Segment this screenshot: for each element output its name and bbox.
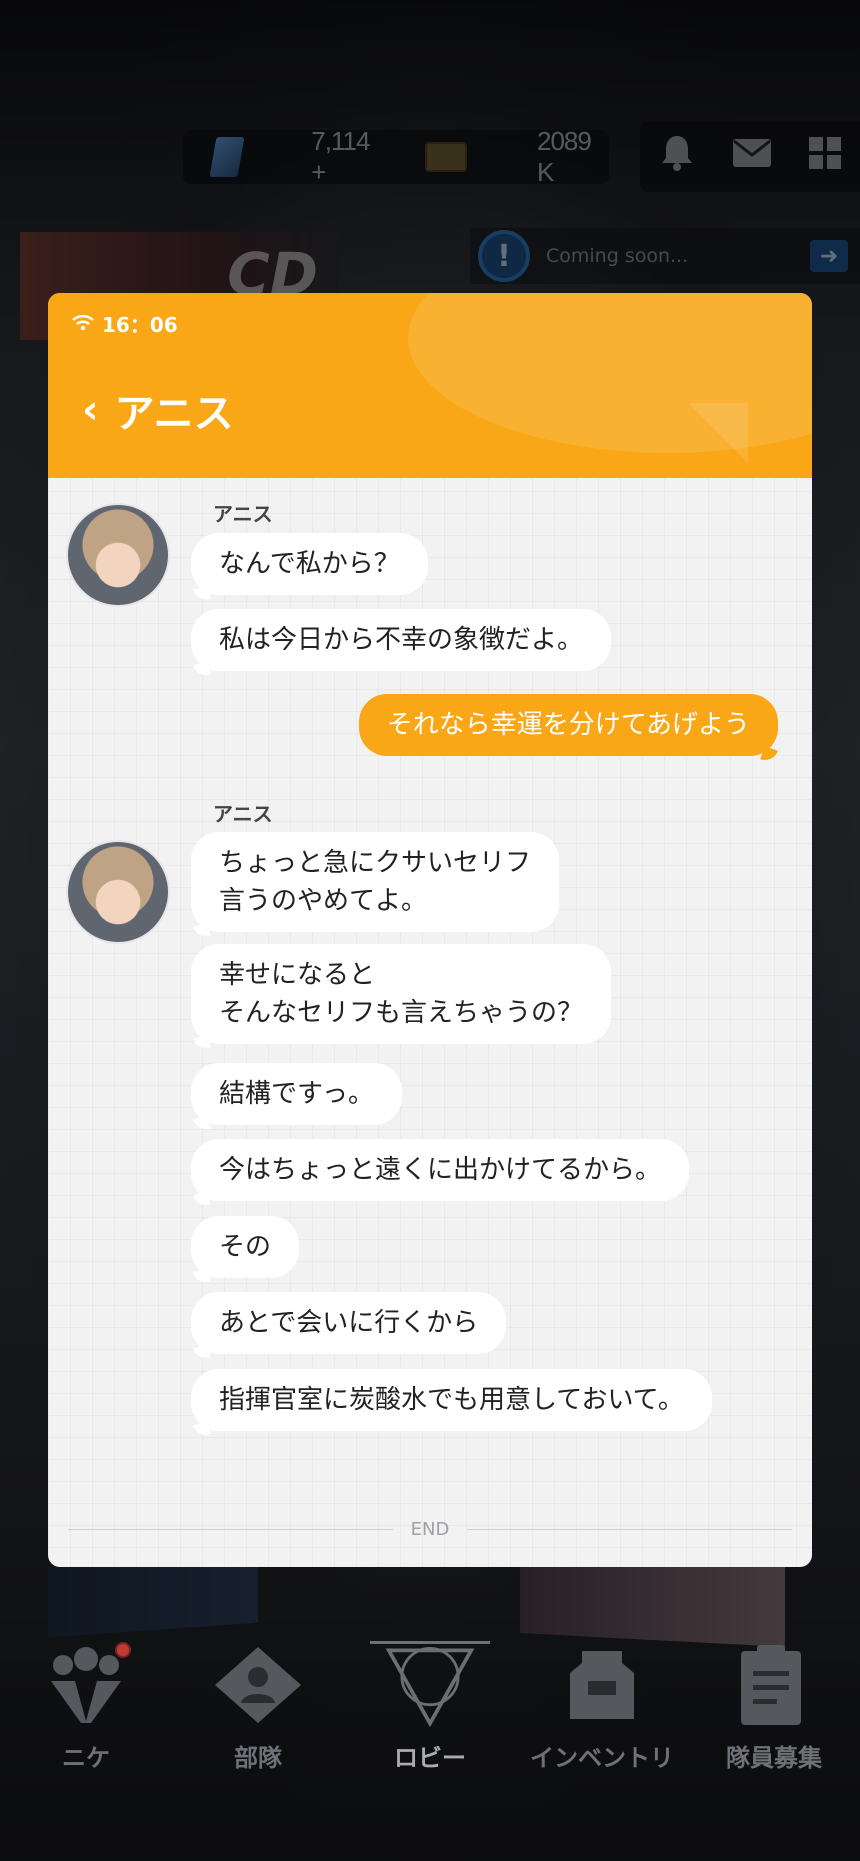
lobby-icon — [385, 1640, 475, 1730]
nav-label: 隊員募集 — [726, 1744, 822, 1772]
message-bubble: ちょっと急にクサいセリフ 言うのやめてよ。 — [191, 832, 560, 932]
nav-item-squad[interactable]: 部隊 — [183, 1640, 333, 1773]
wifi-icon — [72, 312, 94, 336]
message-bubble: あとで会いに行くから — [191, 1292, 507, 1354]
nav-label: ニケ — [62, 1744, 110, 1772]
end-label: END — [410, 1519, 450, 1540]
bottom-nav: ニケ 部隊 ロビー インベントリ 隊員募集 — [0, 1640, 860, 1790]
end-divider: END — [68, 1519, 793, 1540]
sender-name: アニス — [213, 802, 273, 826]
message-bubble: その — [191, 1216, 300, 1278]
message-bubble-sent: それなら幸運を分けてあげよう — [358, 694, 778, 756]
message-bubble: なんで私から？ — [191, 533, 428, 595]
avatar — [66, 840, 170, 944]
message-bubble: 指揮官室に炭酸水でも用意しておいて。 — [191, 1369, 712, 1431]
chat-header: 16：06 ‹ アニス — [48, 293, 812, 478]
avatar — [66, 503, 170, 607]
nav-label: 部隊 — [234, 1744, 282, 1772]
nav-label: インベントリ — [530, 1744, 674, 1772]
chat-title-row: ‹ アニス — [82, 381, 234, 439]
message-bubble: 私は今日から不幸の象徴だよ。 — [191, 609, 612, 671]
nav-label: ロビー — [394, 1744, 466, 1772]
inventory-icon — [557, 1640, 647, 1730]
chat-modal: 16：06 ‹ アニス アニス なんで私から？ 私は今日から不幸の象徴だよ。 そ… — [48, 293, 812, 1567]
nav-item-lobby[interactable]: ロビー — [355, 1640, 505, 1773]
message-bubble: 今はちょっと遠くに出かけてるから。 — [191, 1139, 690, 1201]
speech-bubble-tail — [688, 403, 748, 463]
speech-bubble-decoration — [408, 293, 812, 453]
divider-line — [467, 1529, 793, 1530]
back-chevron-icon[interactable]: ‹ — [82, 387, 98, 433]
chat-title: アニス — [114, 391, 234, 437]
divider-line — [68, 1529, 393, 1530]
status-bar: 16：06 — [72, 309, 178, 338]
squad-icon — [213, 1640, 303, 1730]
status-time: 16：06 — [102, 313, 178, 337]
message-bubble: 結構ですっ。 — [191, 1063, 402, 1125]
nav-item-recruit[interactable]: 隊員募集 — [699, 1640, 849, 1773]
sender-name: アニス — [213, 502, 273, 526]
nav-item-nikke[interactable]: ニケ — [11, 1640, 161, 1773]
notification-badge — [115, 1642, 131, 1658]
recruit-icon — [729, 1640, 819, 1730]
message-bubble: 幸せになると そんなセリフも言えちゃうの？ — [191, 944, 612, 1044]
nav-item-inventory[interactable]: インベントリ — [527, 1640, 677, 1773]
